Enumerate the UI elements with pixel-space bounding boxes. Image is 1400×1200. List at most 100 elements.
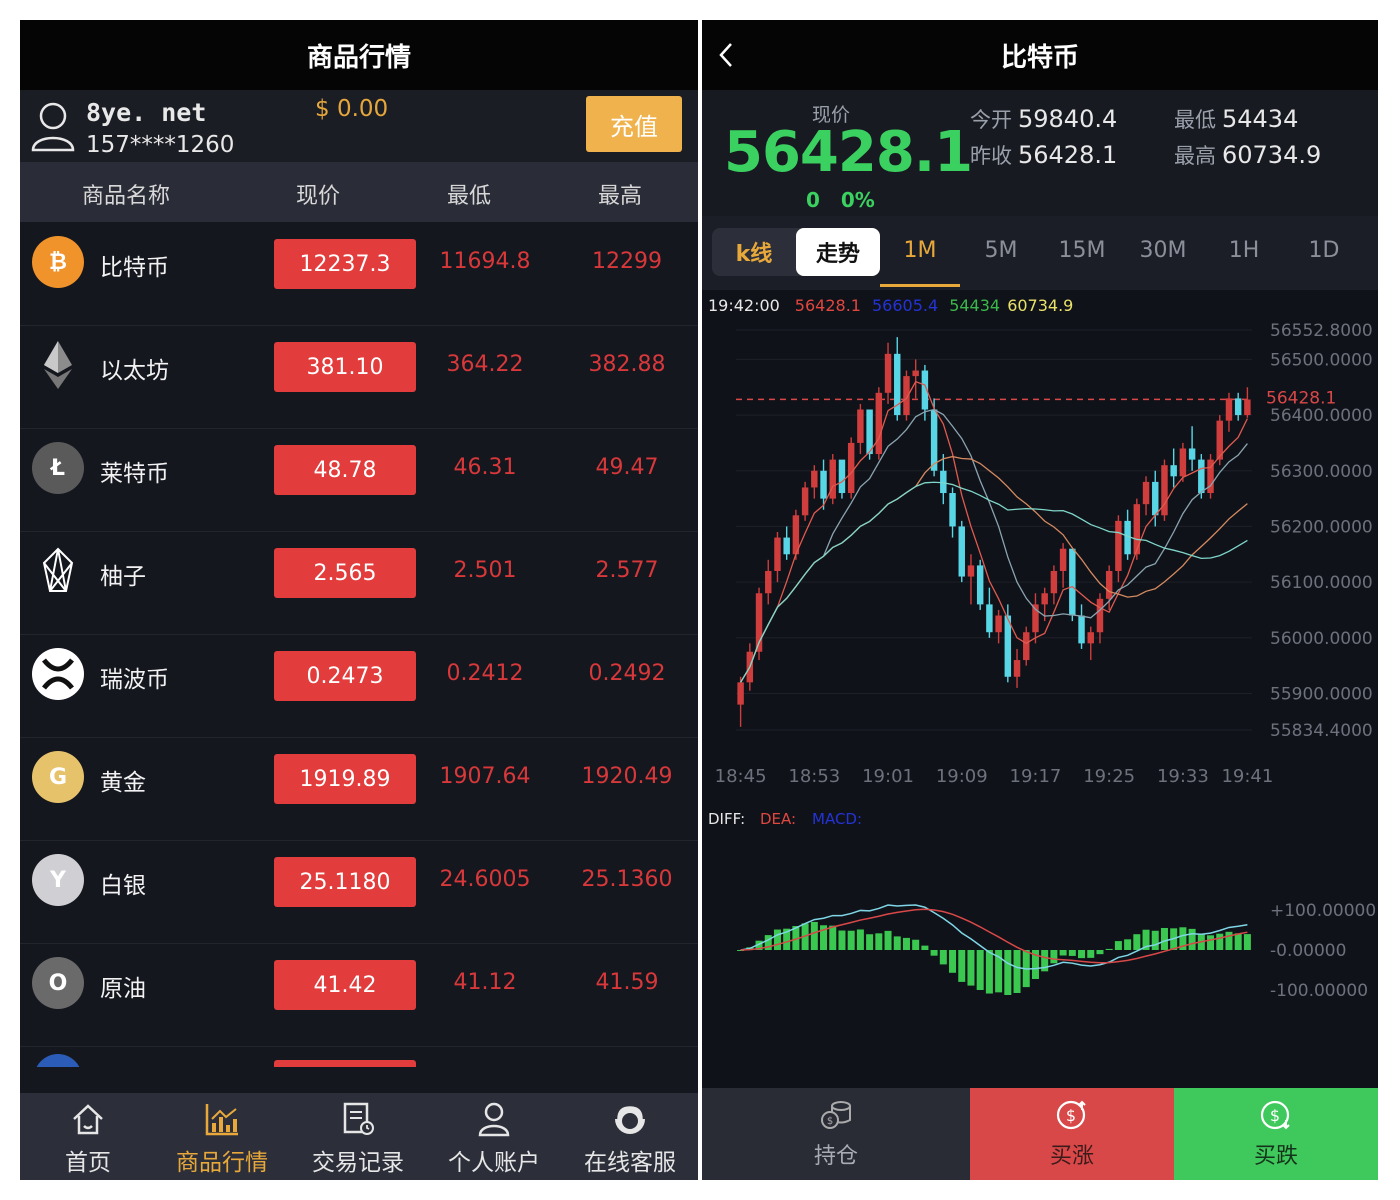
- price-axis-label: 56300.0000: [1270, 462, 1373, 482]
- period-1h[interactable]: 1H: [1204, 238, 1284, 263]
- macd-histogram-bar: [902, 937, 910, 950]
- candle-body: [1188, 448, 1196, 460]
- candle-body: [967, 565, 975, 577]
- kline-mode-button[interactable]: k线: [712, 228, 796, 276]
- market-row[interactable]: Ł 莱特币 48.78 46.31 49.47: [20, 428, 698, 532]
- low-value: 1907.64: [439, 764, 531, 789]
- kline-chart[interactable]: 19:42:00 56428.1 56605.4 54434 60734.9 56552.…: [702, 290, 1378, 1088]
- trend-mode-button[interactable]: 走势: [796, 228, 880, 276]
- user-info-bar: 8ye. net 157****1260 $ 0.00 充值: [20, 90, 698, 162]
- macd-axis-label: -100.00000: [1270, 981, 1368, 1001]
- price-button[interactable]: 2.565: [274, 548, 416, 598]
- tab-market[interactable]: 商品行情: [154, 1093, 290, 1180]
- macd-histogram-bar: [1160, 927, 1168, 950]
- ethereum-icon: [32, 339, 84, 391]
- next-coin-icon: [34, 1054, 82, 1067]
- price-button[interactable]: 381.10: [274, 342, 416, 392]
- macd-histogram-bar: [1050, 950, 1058, 964]
- high-label: 最高: [1174, 144, 1216, 168]
- macd-histogram-bar: [967, 950, 975, 986]
- candle-body: [940, 470, 947, 494]
- eos-icon: [32, 545, 84, 597]
- candle-body: [857, 409, 864, 443]
- time-axis-label: 18:45: [715, 766, 767, 787]
- back-arrow-icon[interactable]: [716, 40, 736, 70]
- macd-histogram-bar: [773, 929, 781, 950]
- low-price: 最低 54434: [1174, 104, 1298, 134]
- change-value: 0: [806, 188, 820, 212]
- time-axis-label: 18:53: [788, 766, 840, 787]
- price-axis-label: 56400.0000: [1270, 406, 1373, 426]
- candle-body: [1087, 632, 1094, 644]
- macd-histogram-bar: [1068, 950, 1076, 956]
- recharge-button[interactable]: 充值: [586, 96, 682, 152]
- tab-home-label: 首页: [65, 1150, 111, 1176]
- column-low: 最低: [447, 184, 492, 209]
- period-1m[interactable]: 1M: [880, 238, 960, 263]
- high-value: 60734.9: [1222, 141, 1322, 169]
- market-row[interactable]: 瑞波币 0.2473 0.2412 0.2492: [20, 634, 698, 738]
- price-button[interactable]: 41.42: [274, 960, 416, 1010]
- macd-histogram-bar: [829, 925, 837, 950]
- candle-body: [1244, 399, 1251, 416]
- commodity-name: 比特币: [100, 255, 169, 281]
- tab-account-label: 个人账户: [448, 1150, 540, 1176]
- market-row[interactable]: Y 白银 25.1180 24.6005 25.1360: [20, 840, 698, 944]
- info-value-4: 60734.9: [1007, 296, 1073, 315]
- candle-body: [1078, 615, 1085, 644]
- commodity-name: 瑞波币: [100, 667, 169, 693]
- candle-body: [875, 392, 883, 455]
- period-5m[interactable]: 5M: [961, 238, 1041, 263]
- gold-icon: G: [32, 751, 84, 803]
- macd-histogram-bar: [1234, 933, 1242, 950]
- price-button[interactable]: 0.2473: [274, 651, 416, 701]
- period-1d[interactable]: 1D: [1284, 238, 1364, 263]
- market-row[interactable]: O 原油 41.42 41.12 41.59: [20, 943, 698, 1047]
- price-button[interactable]: 25.1180: [274, 857, 416, 907]
- high-value: 0.2492: [588, 661, 666, 686]
- change-percent: 0%: [840, 188, 875, 212]
- high-value: 2.577: [595, 558, 659, 583]
- price-button[interactable]: 48.78: [274, 445, 416, 495]
- candle-body: [765, 570, 772, 594]
- market-chart-icon: [205, 1104, 238, 1136]
- market-row[interactable]: 柚子 2.565 2.501 2.577: [20, 531, 698, 635]
- macd-histogram-bar: [1087, 950, 1095, 958]
- customer-service-icon: [614, 1103, 646, 1134]
- current-price: 56428.1: [724, 120, 973, 185]
- macd-dea-label: DEA:: [760, 810, 796, 828]
- tab-home[interactable]: 首页: [20, 1093, 156, 1180]
- market-row[interactable]: 以太坊 381.10 364.22 382.88: [20, 325, 698, 429]
- time-axis-label: 19:33: [1157, 766, 1209, 787]
- market-row[interactable]: ₿ 比特币 12237.3 11694.8 12299: [20, 222, 698, 326]
- tab-service[interactable]: 在线客服: [562, 1093, 698, 1180]
- detail-title: 比特币: [1000, 42, 1079, 73]
- price-button[interactable]: 12237.3: [274, 239, 416, 289]
- tab-records[interactable]: 交易记录: [290, 1093, 426, 1180]
- ma10-line: [740, 408, 1248, 683]
- market-row[interactable]: G 黄金 1919.89 1907.64 1920.49: [20, 737, 698, 841]
- high-value: 382.88: [588, 352, 666, 377]
- macd-histogram-bar: [1243, 934, 1251, 950]
- candle-body: [1059, 548, 1067, 571]
- candle-body: [847, 442, 855, 494]
- low-value: 364.22: [446, 352, 524, 377]
- svg-text:$: $: [1066, 1106, 1076, 1125]
- period-15m[interactable]: 15M: [1042, 238, 1122, 263]
- period-30m[interactable]: 30M: [1123, 238, 1203, 263]
- holdings-button[interactable]: $ 持仓: [702, 1088, 970, 1180]
- price-change: 0 0%: [806, 188, 875, 212]
- buy-down-button[interactable]: $ 买跌: [1174, 1088, 1378, 1180]
- price-button[interactable]: 1919.89: [274, 754, 416, 804]
- macd-histogram-bar: [1124, 939, 1132, 950]
- next-price-button[interactable]: [274, 1060, 416, 1067]
- candle-body: [737, 682, 744, 705]
- macd-histogram-bar: [847, 930, 855, 950]
- tab-account[interactable]: 个人账户: [426, 1093, 562, 1180]
- commodity-name: 原油: [100, 976, 146, 1002]
- low-value: 46.31: [453, 455, 517, 480]
- buy-up-label: 买涨: [1049, 1144, 1094, 1169]
- svg-text:$: $: [1270, 1106, 1280, 1125]
- buy-up-button[interactable]: $ 买涨: [970, 1088, 1174, 1180]
- ripple-icon: [32, 648, 84, 700]
